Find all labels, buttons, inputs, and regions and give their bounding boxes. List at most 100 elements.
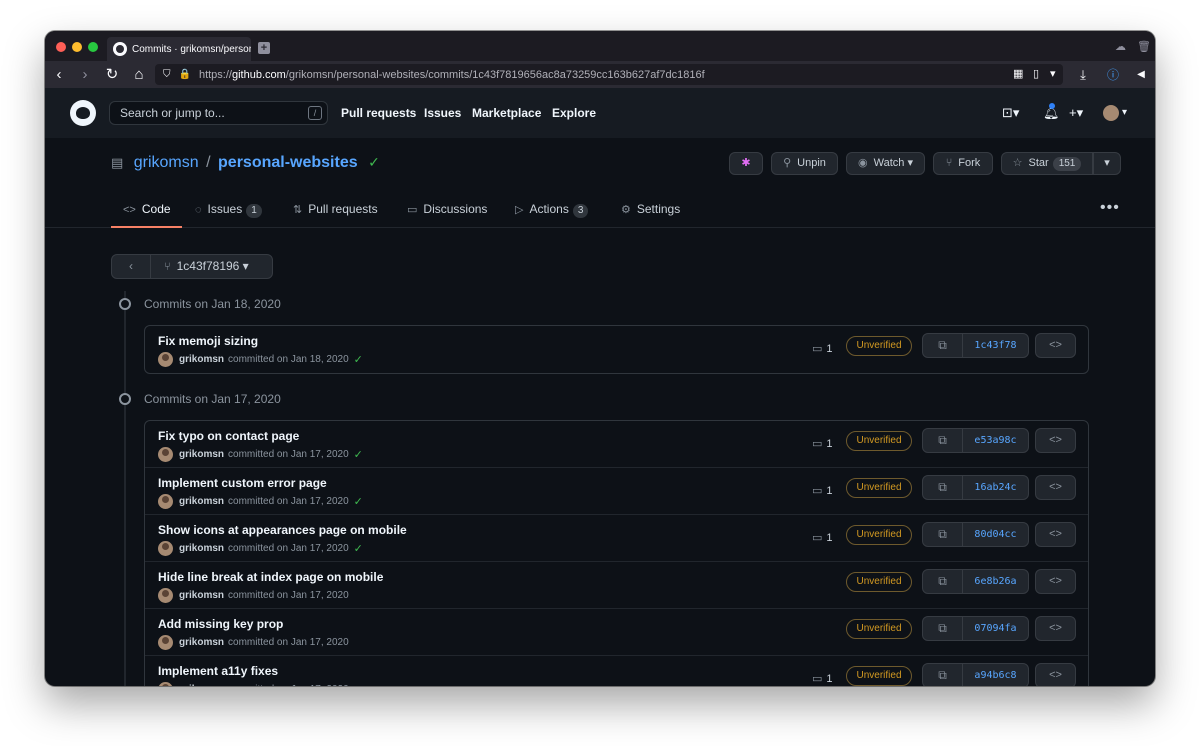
commit-sha-link[interactable]: 07094fa — [963, 617, 1028, 640]
avatar[interactable] — [158, 541, 173, 556]
commit-comments-link[interactable]: ▭ 1 — [812, 484, 833, 497]
check-icon[interactable]: ✓ — [354, 495, 363, 508]
avatar[interactable] — [158, 635, 173, 650]
trash-icon[interactable]: 🗑 — [1137, 40, 1151, 53]
commit-author-link[interactable]: grikomsn — [179, 684, 224, 686]
commit-message-link[interactable]: Implement a11y fixes — [158, 664, 278, 678]
commit-message-link[interactable]: Add missing key prop — [158, 617, 283, 631]
commit-sha-link[interactable]: 16ab24c — [963, 476, 1028, 499]
repo-name-link[interactable]: personal-websites — [218, 154, 358, 171]
chevron-down-icon[interactable]: ▾ — [1122, 107, 1127, 118]
unpin-button[interactable]: ⚲ Unpin — [771, 152, 838, 175]
commit-author-link[interactable]: grikomsn — [179, 590, 224, 601]
commit-sha-link[interactable]: e53a98c — [963, 429, 1028, 452]
forward-button[interactable]: › — [75, 65, 95, 85]
commit-message-link[interactable]: Show icons at appearances page on mobile — [158, 523, 407, 537]
tab-code[interactable]: <> Code — [111, 198, 182, 228]
commit-comments-link[interactable]: ▭ 1 — [812, 342, 833, 355]
github-logo-icon[interactable] — [70, 100, 96, 126]
cloud-icon[interactable]: ☁ — [1115, 40, 1126, 53]
tab-pull-requests[interactable]: ⇅ Pull requests — [293, 198, 378, 228]
chevron-down-icon[interactable]: ▾ — [1050, 67, 1056, 80]
commit-message-link[interactable]: Fix memoji sizing — [158, 334, 258, 348]
unverified-badge[interactable]: Unverified — [846, 666, 912, 686]
back-button[interactable]: ‹ — [49, 65, 69, 85]
more-options-icon[interactable]: ••• — [1100, 199, 1120, 217]
sponsor-app-button[interactable]: ✱ — [729, 152, 763, 175]
commit-sha-link[interactable]: 80d04cc — [963, 523, 1028, 546]
copy-sha-button[interactable]: ⧉ — [923, 334, 963, 357]
star-dropdown-button[interactable]: ▾ — [1093, 152, 1121, 175]
bookmark-icon[interactable]: ▯ — [1033, 67, 1039, 80]
reload-icon[interactable]: ↻ — [102, 65, 122, 85]
browse-repo-button[interactable]: <> — [1035, 522, 1076, 547]
commit-message-link[interactable]: Fix typo on contact page — [158, 429, 299, 443]
avatar[interactable] — [1103, 105, 1119, 121]
unverified-badge[interactable]: Unverified — [846, 336, 912, 356]
browse-repo-button[interactable]: <> — [1035, 616, 1076, 641]
commit-message-link[interactable]: Implement custom error page — [158, 476, 327, 490]
qr-code-icon[interactable]: ▦ — [1013, 67, 1023, 80]
check-icon[interactable]: ✓ — [354, 448, 363, 461]
download-icon[interactable]: ⤓ — [1073, 65, 1093, 85]
watch-button[interactable]: ◉ Watch ▾ — [846, 152, 925, 175]
check-icon[interactable]: ✓ — [354, 542, 363, 555]
browse-repo-button[interactable]: <> — [1035, 333, 1076, 358]
commit-author-link[interactable]: grikomsn — [179, 637, 224, 648]
avatar[interactable] — [158, 588, 173, 603]
copy-sha-button[interactable]: ⧉ — [923, 523, 963, 546]
nav-marketplace[interactable]: Marketplace — [472, 88, 541, 138]
fork-button[interactable]: ⑂ Fork — [933, 152, 993, 175]
browse-repo-button[interactable]: <> — [1035, 663, 1076, 686]
new-tab-button[interactable]: + — [258, 42, 270, 54]
nav-explore[interactable]: Explore — [552, 88, 596, 138]
check-icon[interactable]: ✓ — [354, 353, 363, 366]
search-input[interactable]: Search or jump to... / — [109, 101, 328, 125]
nav-pull-requests[interactable]: Pull requests — [341, 88, 416, 138]
sidebar-toggle-icon[interactable]: ◀ — [1131, 65, 1151, 85]
address-bar[interactable]: ⛉ 🔒 https://github.com/grikomsn/personal… — [155, 64, 1063, 85]
commit-author-link[interactable]: grikomsn — [179, 354, 224, 365]
nav-issues[interactable]: Issues — [424, 88, 461, 138]
commit-sha-link[interactable]: 6e8b26a — [963, 570, 1028, 593]
unverified-badge[interactable]: Unverified — [846, 478, 912, 498]
close-window-button[interactable] — [56, 42, 66, 52]
copy-sha-button[interactable]: ⧉ — [923, 664, 963, 686]
avatar[interactable] — [158, 352, 173, 367]
commit-author-link[interactable]: grikomsn — [179, 496, 224, 507]
plus-icon[interactable]: +▾ — [1069, 105, 1083, 121]
copy-sha-button[interactable]: ⧉ — [923, 429, 963, 452]
password-manager-icon[interactable]: ⓘ — [1103, 65, 1123, 85]
repo-owner-link[interactable]: grikomsn — [134, 154, 199, 171]
copy-sha-button[interactable]: ⧉ — [923, 476, 963, 499]
avatar[interactable] — [158, 447, 173, 462]
copy-sha-button[interactable]: ⧉ — [923, 617, 963, 640]
avatar[interactable] — [158, 682, 173, 686]
unverified-badge[interactable]: Unverified — [846, 431, 912, 451]
home-icon[interactable]: ⌂ — [129, 65, 149, 85]
commit-comments-link[interactable]: ▭ 1 — [812, 437, 833, 450]
commit-message-link[interactable]: Hide line break at index page on mobile — [158, 570, 383, 584]
avatar[interactable] — [158, 494, 173, 509]
unverified-badge[interactable]: Unverified — [846, 525, 912, 545]
star-button[interactable]: ☆ Star 151 — [1001, 152, 1093, 175]
minimize-window-button[interactable] — [72, 42, 82, 52]
unverified-badge[interactable]: Unverified — [846, 619, 912, 639]
commit-author-link[interactable]: grikomsn — [179, 543, 224, 554]
browser-tab-commits[interactable]: Commits · grikomsn/personal-websites — [107, 37, 251, 61]
branch-select-button[interactable]: ⑂ 1c43f78196 ▾ — [164, 255, 249, 278]
commit-sha-link[interactable]: a94b6c8 — [963, 664, 1028, 686]
commit-comments-link[interactable]: ▭ 1 — [812, 531, 833, 544]
tab-issues[interactable]: ◌ Issues 1 — [195, 198, 262, 228]
tab-settings[interactable]: ⚙ Settings — [621, 198, 680, 228]
tab-discussions[interactable]: ▭ Discussions — [407, 198, 487, 228]
commit-sha-link[interactable]: 1c43f78 — [963, 334, 1028, 357]
commit-author-link[interactable]: grikomsn — [179, 449, 224, 460]
check-icon[interactable]: ✓ — [354, 683, 363, 686]
browse-repo-button[interactable]: <> — [1035, 475, 1076, 500]
command-palette-icon[interactable]: ⊡▾ — [1002, 105, 1019, 121]
browse-repo-button[interactable]: <> — [1035, 428, 1076, 453]
tab-actions[interactable]: ▷ Actions 3 — [515, 198, 589, 228]
copy-sha-button[interactable]: ⧉ — [923, 570, 963, 593]
commit-comments-link[interactable]: ▭ 1 — [812, 672, 833, 685]
